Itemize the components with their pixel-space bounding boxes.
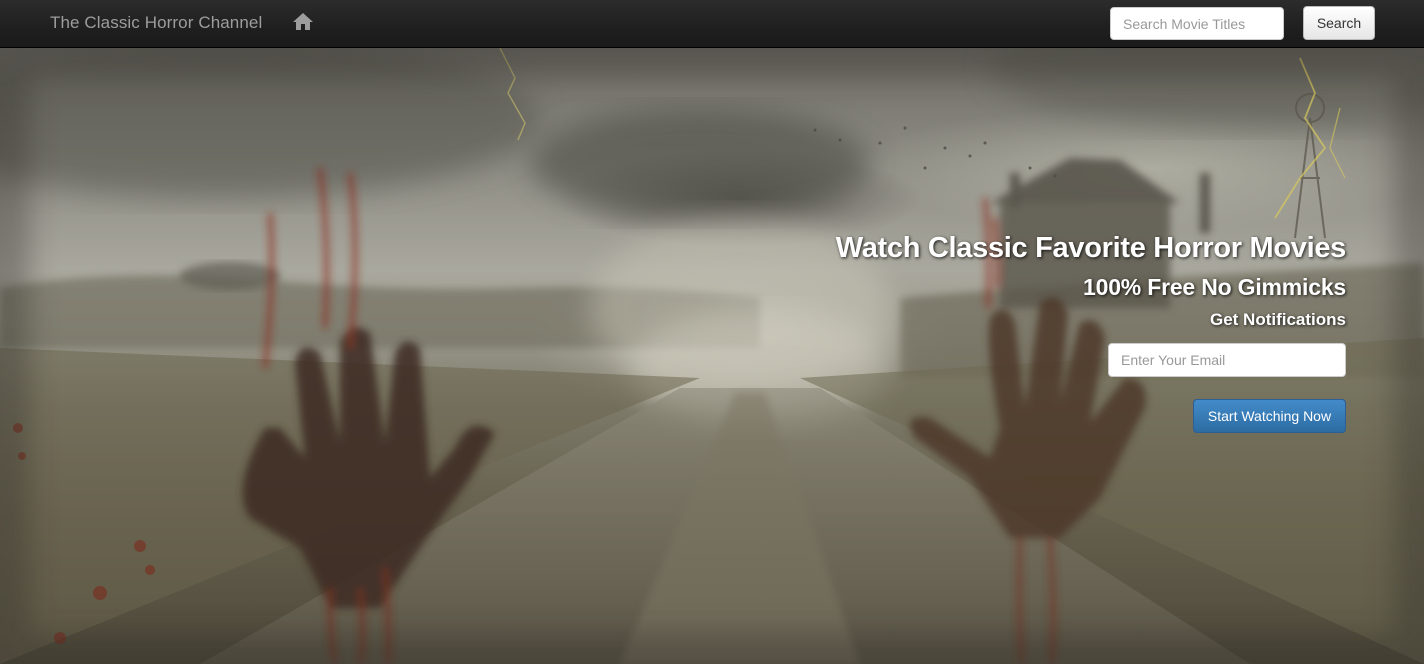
search-input[interactable] [1110,7,1284,40]
home-icon[interactable] [292,11,314,33]
start-watching-button[interactable]: Start Watching Now [1193,399,1346,433]
email-input[interactable] [1108,343,1346,377]
hero-headline: Watch Classic Favorite Horror Movies [835,232,1347,264]
notifications-label: Get Notifications [1209,310,1346,329]
brand-link[interactable]: The Classic Horror Channel [50,13,262,33]
hero-section: Watch Classic Favorite Horror Movies 100… [0,48,1424,664]
hero-subheadline: 100% Free No Gimmicks [1083,274,1346,300]
top-navbar: The Classic Horror Channel Search [0,0,1424,48]
search-button[interactable]: Search [1303,6,1375,40]
